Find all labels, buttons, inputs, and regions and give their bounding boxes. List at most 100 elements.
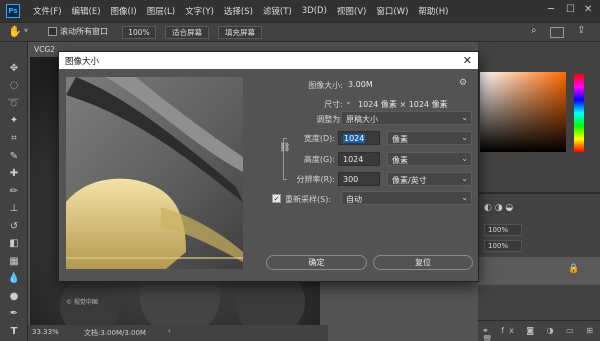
menu-file[interactable]: 文件(F) <box>28 5 67 17</box>
hand-tool-icon[interactable]: ✋ <box>8 25 22 38</box>
dodge-tool-icon[interactable]: ● <box>6 290 22 304</box>
ok-button[interactable]: 确定 <box>266 255 367 270</box>
menu-filter[interactable]: 滤镜(T) <box>258 5 297 17</box>
resolution-unit-select[interactable]: 像素/英寸 ⌄ <box>387 172 472 186</box>
zoom-level[interactable]: 33.33% <box>32 328 59 336</box>
menu-3d[interactable]: 3D(D) <box>297 6 332 16</box>
color-picker-field[interactable] <box>480 72 566 152</box>
width-value: 1024 <box>343 134 366 143</box>
adjustment-icons[interactable]: ◐ ◑ ◒ <box>484 203 513 213</box>
options-bar: ✋ ▾ 滚动所有窗口 100% 适合屏幕 填充屏幕 ⌕ ⇪ <box>0 22 600 42</box>
menu-edit[interactable]: 编辑(E) <box>67 5 106 17</box>
chevron-down-icon[interactable]: ▾ <box>24 26 28 35</box>
scroll-all-label: 滚动所有窗口 <box>60 27 108 36</box>
width-unit: 像素 <box>392 135 408 144</box>
image-size-dialog: 图像大小 ✕ 图像大小: 3.00M ⚙ 尺寸: ⌄ 1024 像素 × 102… <box>58 51 479 282</box>
height-label: 高度(G): <box>303 155 335 164</box>
height-input[interactable]: 1024 <box>338 152 380 166</box>
link-icon[interactable]: ⛓ <box>279 143 290 153</box>
resample-select[interactable]: 自动 ⌄ <box>341 191 472 205</box>
resolution-input[interactable]: 300 <box>338 172 380 186</box>
minimize-icon[interactable]: ─ <box>548 4 554 15</box>
menu-layer[interactable]: 图层(L) <box>142 5 180 17</box>
history-brush-tool-icon[interactable]: ↺ <box>6 220 22 234</box>
chevron-down-icon: ⌄ <box>461 193 468 202</box>
document-info: 文档:3.00M/3.00M <box>84 329 146 337</box>
menu-select[interactable]: 选择(S) <box>219 5 258 17</box>
watermark-text: © 视觉中国 <box>66 299 98 306</box>
layer-action-icons[interactable]: ⚭ fx ◙ ◑ ▭ ⊞ 🗑 <box>482 326 600 341</box>
width-label: 宽度(D): <box>303 134 335 143</box>
search-icon[interactable]: ⌕ <box>531 25 537 36</box>
resample-value: 自动 <box>346 195 362 204</box>
type-tool-icon[interactable]: T <box>6 325 22 339</box>
zoom-100-button[interactable]: 100% <box>122 26 156 39</box>
height-unit: 像素 <box>392 156 408 165</box>
chevron-down-icon: ⌄ <box>461 154 468 163</box>
marquee-tool-icon[interactable]: ◌ <box>6 79 22 93</box>
image-size-value: 3.00M <box>348 80 373 89</box>
pen-tool-icon[interactable]: ✒ <box>6 307 22 321</box>
reset-button[interactable]: 复位 <box>373 255 473 270</box>
eraser-tool-icon[interactable]: ◧ <box>6 237 22 251</box>
chevron-down-icon: ⌄ <box>461 174 468 183</box>
gear-icon[interactable]: ⚙ <box>459 78 467 88</box>
height-value: 1024 <box>343 155 364 164</box>
image-preview[interactable] <box>66 77 243 269</box>
opacity-field[interactable]: 100% <box>484 224 522 236</box>
move-tool-icon[interactable]: ✥ <box>6 62 22 76</box>
chevron-right-icon[interactable]: › <box>168 327 171 335</box>
menu-bar: Ps 文件(F) 编辑(E) 图像(I) 图层(L) 文字(Y) 选择(S) 滤… <box>0 0 600 22</box>
panel-divider <box>478 192 600 194</box>
brush-tool-icon[interactable]: ✏ <box>6 185 22 199</box>
gradient-tool-icon[interactable]: ▦ <box>6 255 22 269</box>
height-unit-select[interactable]: 像素 ⌄ <box>387 152 472 166</box>
layer-row[interactable] <box>478 257 600 285</box>
dimensions-label: 尺寸: <box>324 100 343 109</box>
width-unit-select[interactable]: 像素 ⌄ <box>387 131 472 145</box>
magic-wand-tool-icon[interactable]: ✦ <box>6 114 22 128</box>
right-panels: ◐ ◑ ◒ 100% 100% 🔒 ⚭ fx ◙ ◑ ▭ ⊞ 🗑 <box>478 42 600 341</box>
fit-to-select[interactable]: 原稿大小 ⌄ <box>341 111 472 125</box>
close-window-icon[interactable]: ✕ <box>584 4 592 15</box>
clone-stamp-tool-icon[interactable]: ⊥ <box>6 202 22 216</box>
scroll-all-checkbox[interactable] <box>48 27 57 36</box>
maximize-icon[interactable]: ☐ <box>566 4 575 15</box>
resample-label: 重新采样(S): <box>285 195 332 204</box>
hue-slider[interactable] <box>574 74 584 152</box>
fit-to-value: 原稿大小 <box>346 115 378 124</box>
status-bar: 33.33% 文档:3.00M/3.00M › <box>28 325 328 341</box>
eyedropper-tool-icon[interactable]: ✎ <box>6 150 22 164</box>
preview-image <box>66 77 243 269</box>
dialog-title: 图像大小 <box>65 57 100 67</box>
lock-icon: 🔒 <box>568 264 580 274</box>
menu-view[interactable]: 视图(V) <box>332 5 371 17</box>
resolution-label: 分辨率(R): <box>296 175 336 184</box>
healing-brush-tool-icon[interactable]: ✚ <box>6 167 22 181</box>
share-icon[interactable]: ⇪ <box>577 25 585 36</box>
fill-field[interactable]: 100% <box>484 240 522 252</box>
lasso-tool-icon[interactable]: ➰ <box>6 97 22 111</box>
dialog-title-bar: 图像大小 ✕ <box>59 52 478 69</box>
blur-tool-icon[interactable]: 💧 <box>6 272 22 286</box>
resolution-value: 300 <box>343 175 359 184</box>
width-input[interactable]: 1024 <box>338 131 380 145</box>
fit-screen-button[interactable]: 适合屏幕 <box>165 26 209 39</box>
image-size-label: 图像大小: <box>308 81 343 90</box>
menu-window[interactable]: 窗口(W) <box>371 5 413 17</box>
photoshop-logo-icon[interactable]: Ps <box>6 4 20 18</box>
close-icon[interactable]: ✕ <box>463 54 472 67</box>
resample-checkbox[interactable]: ✓ <box>272 194 281 203</box>
menu-type[interactable]: 文字(Y) <box>180 5 219 17</box>
dimensions-value: 1024 像素 × 1024 像素 <box>358 100 448 109</box>
crop-tool-icon[interactable]: ⌗ <box>6 132 22 146</box>
chevron-down-icon[interactable]: ⌄ <box>345 97 352 106</box>
menu-image[interactable]: 图像(I) <box>106 5 142 17</box>
layers-footer: ⚭ fx ◙ ◑ ▭ ⊞ 🗑 <box>478 320 600 341</box>
fill-screen-button[interactable]: 填充屏幕 <box>218 26 262 39</box>
workspace-icon[interactable] <box>550 27 564 38</box>
resolution-unit: 像素/英寸 <box>392 176 427 185</box>
tools-panel: ✥ ◌ ➰ ✦ ⌗ ✎ ✚ ✏ ⊥ ↺ ◧ ▦ 💧 ● ✒ T <box>0 42 28 341</box>
fit-to-label: 调整为: <box>316 115 343 124</box>
menu-help[interactable]: 帮助(H) <box>413 5 453 17</box>
